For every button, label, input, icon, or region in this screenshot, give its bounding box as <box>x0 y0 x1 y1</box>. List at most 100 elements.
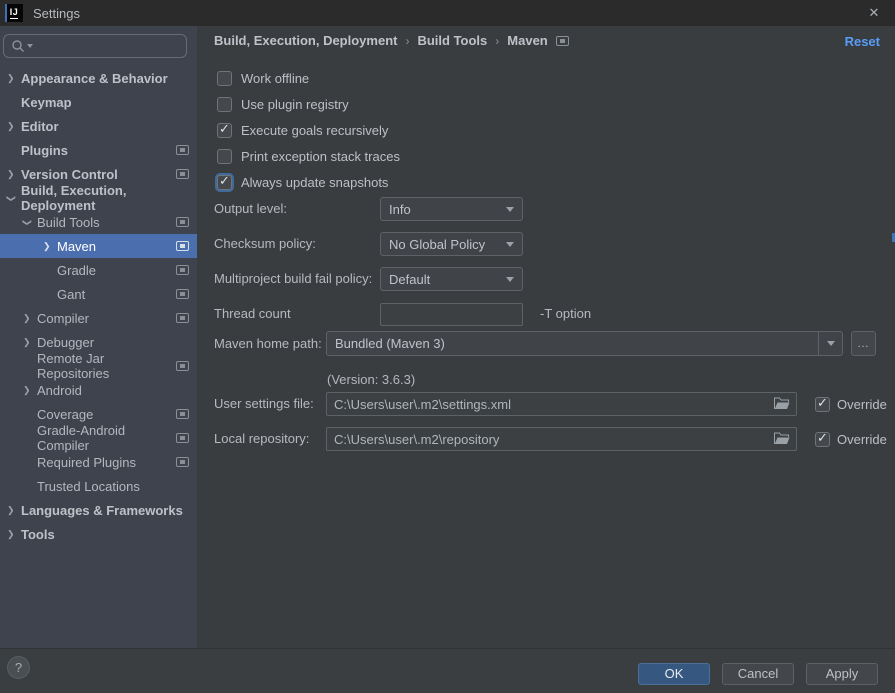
chevron-down-icon[interactable] <box>7 193 21 204</box>
sidebar-item-label: Maven <box>57 239 96 254</box>
override-label: Override <box>837 397 887 412</box>
user-settings-file-label: User settings file: <box>214 392 314 416</box>
user-settings-file-input[interactable] <box>326 392 797 416</box>
checkbox-label: Always update snapshots <box>241 175 388 190</box>
chevron-right-icon[interactable] <box>23 313 37 324</box>
breadcrumb-maven[interactable]: Maven <box>507 33 547 48</box>
use-plugin-registry-checkbox[interactable] <box>217 97 232 112</box>
external-config-icon <box>556 36 569 46</box>
multiproject-policy-select[interactable]: Default <box>380 267 523 291</box>
local-repository-input[interactable] <box>326 427 797 451</box>
help-button[interactable]: ? <box>7 656 30 679</box>
sidebar-item-editor[interactable]: Editor <box>0 114 197 138</box>
sidebar-item-label: Tools <box>21 527 55 542</box>
sidebar-item-gradle-android-compiler[interactable]: Gradle-Android Compiler <box>0 426 197 450</box>
sidebar-item-label: Required Plugins <box>37 455 136 470</box>
external-config-icon <box>176 169 189 179</box>
user-settings-override: Override <box>815 392 887 416</box>
sidebar-item-plugins[interactable]: Plugins <box>0 138 197 162</box>
breadcrumb-separator-icon: › <box>495 34 499 48</box>
breadcrumb-build-execution-deployment[interactable]: Build, Execution, Deployment <box>214 33 397 48</box>
thread-count-hint: -T option <box>540 302 591 326</box>
sidebar-item-trusted-locations[interactable]: Trusted Locations <box>0 474 197 498</box>
always-update-snapshots-checkbox[interactable] <box>217 175 232 190</box>
sidebar-item-maven[interactable]: Maven <box>0 234 197 258</box>
chevron-down-icon[interactable] <box>23 217 37 228</box>
chevron-right-icon[interactable] <box>43 241 57 252</box>
close-icon[interactable]: ✕ <box>865 4 883 22</box>
checksum-policy-select[interactable]: No Global Policy <box>380 232 523 256</box>
reset-link[interactable]: Reset <box>845 34 880 49</box>
browse-button[interactable]: … <box>851 331 876 356</box>
dropdown-arrow-icon <box>506 277 514 282</box>
chevron-right-icon[interactable] <box>7 529 21 540</box>
folder-icon[interactable] <box>774 432 790 445</box>
intellij-logo-icon: IJ <box>5 4 23 22</box>
sidebar-item-appearance-behavior[interactable]: Appearance & Behavior <box>0 66 197 90</box>
sidebar-item-label: Gradle-Android Compiler <box>37 423 176 453</box>
title-bar: IJ Settings ✕ <box>0 0 895 26</box>
checkbox-label: Print exception stack traces <box>241 149 400 164</box>
multiproject-policy-label: Multiproject build fail policy: <box>214 267 372 291</box>
external-config-icon <box>176 217 189 227</box>
sidebar-item-build-tools[interactable]: Build Tools <box>0 210 197 234</box>
sidebar-item-gant[interactable]: Gant <box>0 282 197 306</box>
sidebar-item-label: Build, Execution, Deployment <box>21 183 197 213</box>
breadcrumb: Build, Execution, Deployment › Build Too… <box>214 33 569 48</box>
print-exception-stack-traces-checkbox[interactable] <box>217 149 232 164</box>
cancel-button[interactable]: Cancel <box>722 663 794 685</box>
dropdown-arrow-cell[interactable] <box>818 332 842 355</box>
external-config-icon <box>176 289 189 299</box>
chevron-right-icon[interactable] <box>7 121 21 132</box>
dropdown-arrow-icon <box>506 207 514 212</box>
chevron-right-icon[interactable] <box>23 385 37 396</box>
sidebar-item-label: Compiler <box>37 311 89 326</box>
local-repository-field <box>326 427 797 451</box>
apply-button[interactable]: Apply <box>806 663 878 685</box>
chevron-right-icon[interactable] <box>23 337 37 348</box>
work-offline-checkbox[interactable] <box>217 71 232 86</box>
execute-goals-recursively-checkbox[interactable] <box>217 123 232 138</box>
sidebar-item-label: Plugins <box>21 143 68 158</box>
breadcrumb-build-tools[interactable]: Build Tools <box>417 33 487 48</box>
maven-home-path-select[interactable]: Bundled (Maven 3) <box>326 331 843 356</box>
always-update-snapshots-row: Always update snapshots <box>217 172 388 192</box>
sidebar-item-required-plugins[interactable]: Required Plugins <box>0 450 197 474</box>
sidebar-item-gradle[interactable]: Gradle <box>0 258 197 282</box>
local-repository-override-checkbox[interactable] <box>815 432 830 447</box>
maven-home-row: Bundled (Maven 3) … <box>197 331 895 356</box>
ok-button[interactable]: OK <box>638 663 710 685</box>
sidebar-item-label: Editor <box>21 119 59 134</box>
thread-count-input[interactable] <box>380 303 523 326</box>
breadcrumb-separator-icon: › <box>405 34 409 48</box>
chevron-right-icon[interactable] <box>7 73 21 84</box>
settings-sidebar: Appearance & Behavior Keymap Editor Plug… <box>0 26 197 648</box>
checkbox-label: Work offline <box>241 71 309 86</box>
search-history-caret-icon[interactable] <box>27 44 33 48</box>
external-config-icon <box>176 433 189 443</box>
sidebar-item-remote-jar-repositories[interactable]: Remote Jar Repositories <box>0 354 197 378</box>
external-config-icon <box>176 145 189 155</box>
user-settings-override-checkbox[interactable] <box>815 397 830 412</box>
dialog-footer: ? OK Cancel Apply <box>0 648 895 693</box>
dropdown-arrow-icon <box>506 242 514 247</box>
chevron-right-icon[interactable] <box>7 169 21 180</box>
local-repository-label: Local repository: <box>214 427 309 451</box>
sidebar-item-label: Version Control <box>21 167 118 182</box>
sidebar-item-android[interactable]: Android <box>0 378 197 402</box>
sidebar-item-compiler[interactable]: Compiler <box>0 306 197 330</box>
output-level-label: Output level: <box>214 197 287 221</box>
settings-search-input[interactable] <box>3 34 187 58</box>
checkbox-label: Use plugin registry <box>241 97 349 112</box>
folder-icon[interactable] <box>774 397 790 410</box>
sidebar-item-keymap[interactable]: Keymap <box>0 90 197 114</box>
settings-dialog: IJ Settings ✕ Appearance & Behavior Keym… <box>0 0 895 693</box>
output-level-select[interactable]: Info <box>380 197 523 221</box>
sidebar-item-label: Debugger <box>37 335 94 350</box>
sidebar-item-label: Languages & Frameworks <box>21 503 183 518</box>
sidebar-item-languages-frameworks[interactable]: Languages & Frameworks <box>0 498 197 522</box>
chevron-right-icon[interactable] <box>7 505 21 516</box>
sidebar-item-tools[interactable]: Tools <box>0 522 197 546</box>
sidebar-item-build-execution-deployment[interactable]: Build, Execution, Deployment <box>0 186 197 210</box>
use-plugin-registry-row: Use plugin registry <box>217 94 349 114</box>
